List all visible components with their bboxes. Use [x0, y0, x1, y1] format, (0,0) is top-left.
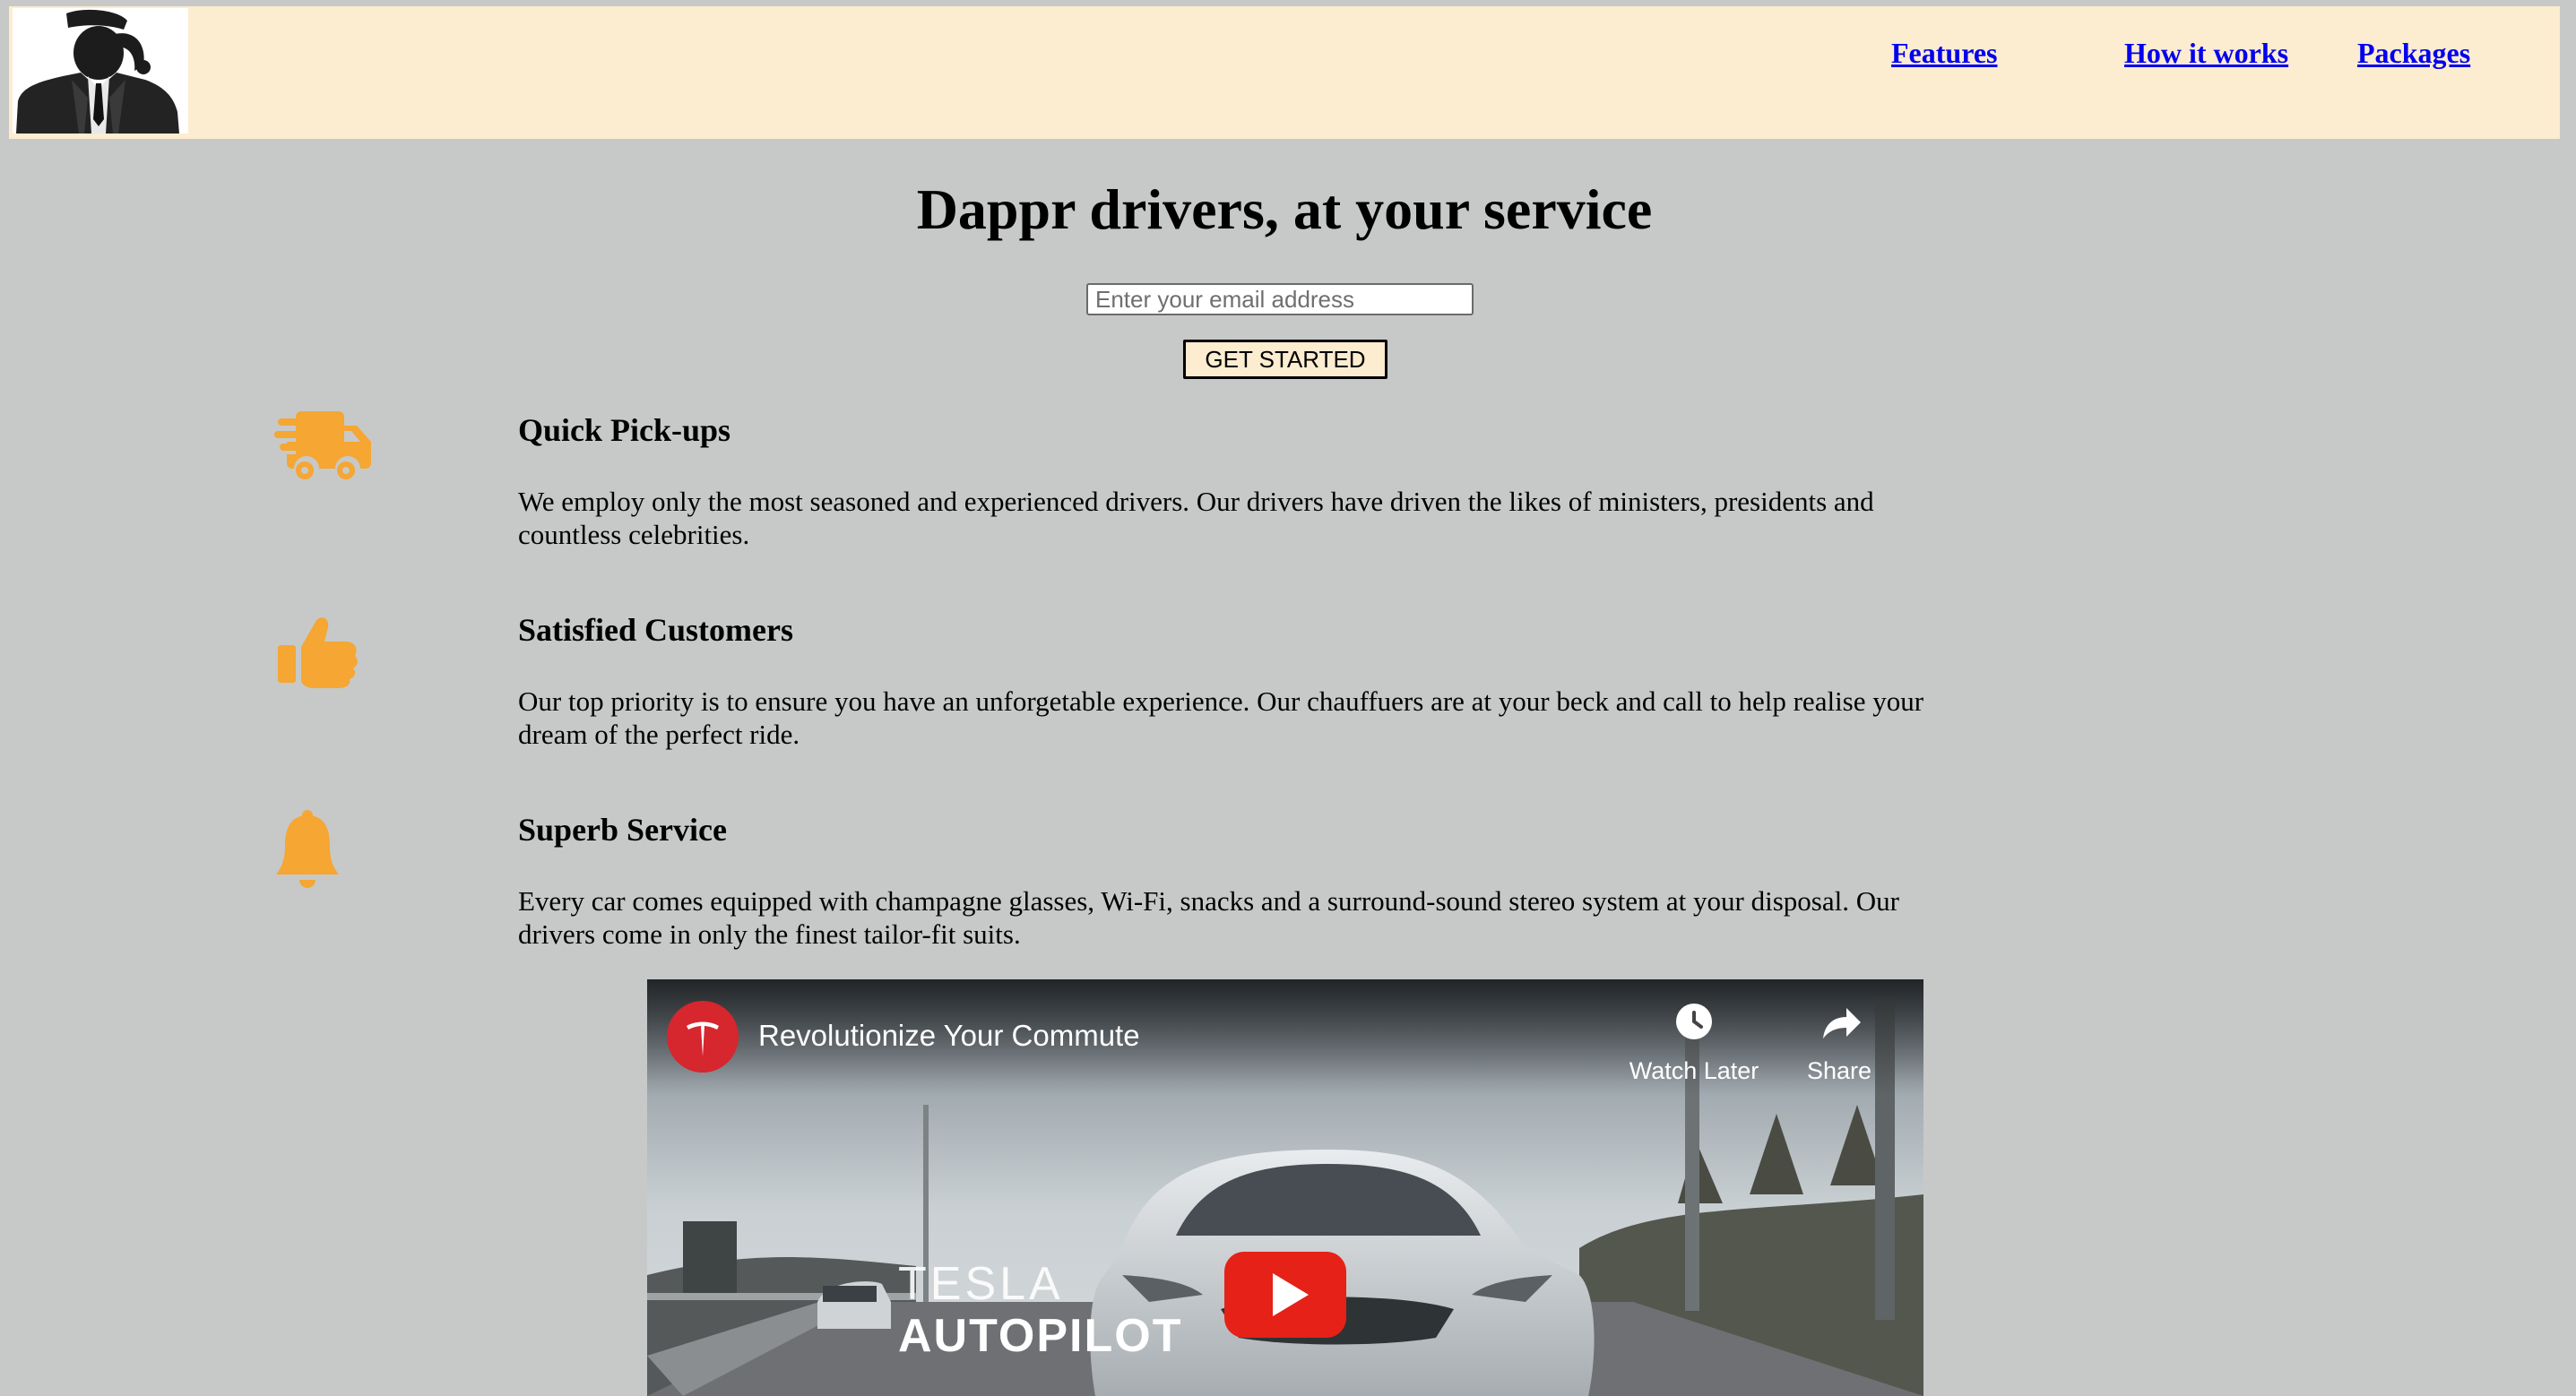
- watch-later-label[interactable]: Watch Later: [1626, 1057, 1762, 1085]
- site-header: Features How it works Packages: [9, 6, 2560, 139]
- feature-text-satisfied-customers: Our top priority is to ensure you have a…: [518, 685, 1924, 750]
- get-started-button[interactable]: GET STARTED: [1183, 340, 1387, 379]
- thumbs-up-icon: [274, 615, 373, 695]
- share-label[interactable]: Share: [1794, 1057, 1884, 1085]
- shipping-fast-icon: [274, 408, 373, 488]
- main-nav: Features How it works Packages: [9, 6, 2560, 139]
- nav-link-packages[interactable]: Packages: [2357, 37, 2470, 70]
- play-button-icon: [1224, 1252, 1346, 1338]
- video-overlay-tesla: TESLA: [898, 1258, 1064, 1310]
- feature-text-superb-service: Every car comes equipped with champagne …: [518, 885, 1899, 950]
- video-title[interactable]: Revolutionize Your Commute: [758, 1019, 1140, 1053]
- tesla-channel-avatar: [667, 1001, 739, 1073]
- video-overlay-autopilot: AUTOPILOT: [898, 1310, 1183, 1362]
- nav-link-features[interactable]: Features: [1891, 37, 1997, 70]
- hero-title: Dappr drivers, at your service: [916, 177, 1653, 241]
- feature-text-quick-pickups: We employ only the most seasoned and exp…: [518, 486, 1874, 550]
- feature-title-quick-pickups: Quick Pick-ups: [518, 412, 731, 448]
- embedded-video-player[interactable]: Revolutionize Your Commute Watch Later S…: [647, 979, 1923, 1396]
- email-input[interactable]: [1086, 283, 1474, 315]
- feature-title-superb-service: Superb Service: [518, 812, 727, 848]
- nav-link-how-it-works[interactable]: How it works: [2124, 37, 2288, 70]
- feature-title-satisfied-customers: Satisfied Customers: [518, 612, 793, 648]
- bell-icon: [274, 810, 373, 891]
- clock-icon: [1676, 1004, 1712, 1039]
